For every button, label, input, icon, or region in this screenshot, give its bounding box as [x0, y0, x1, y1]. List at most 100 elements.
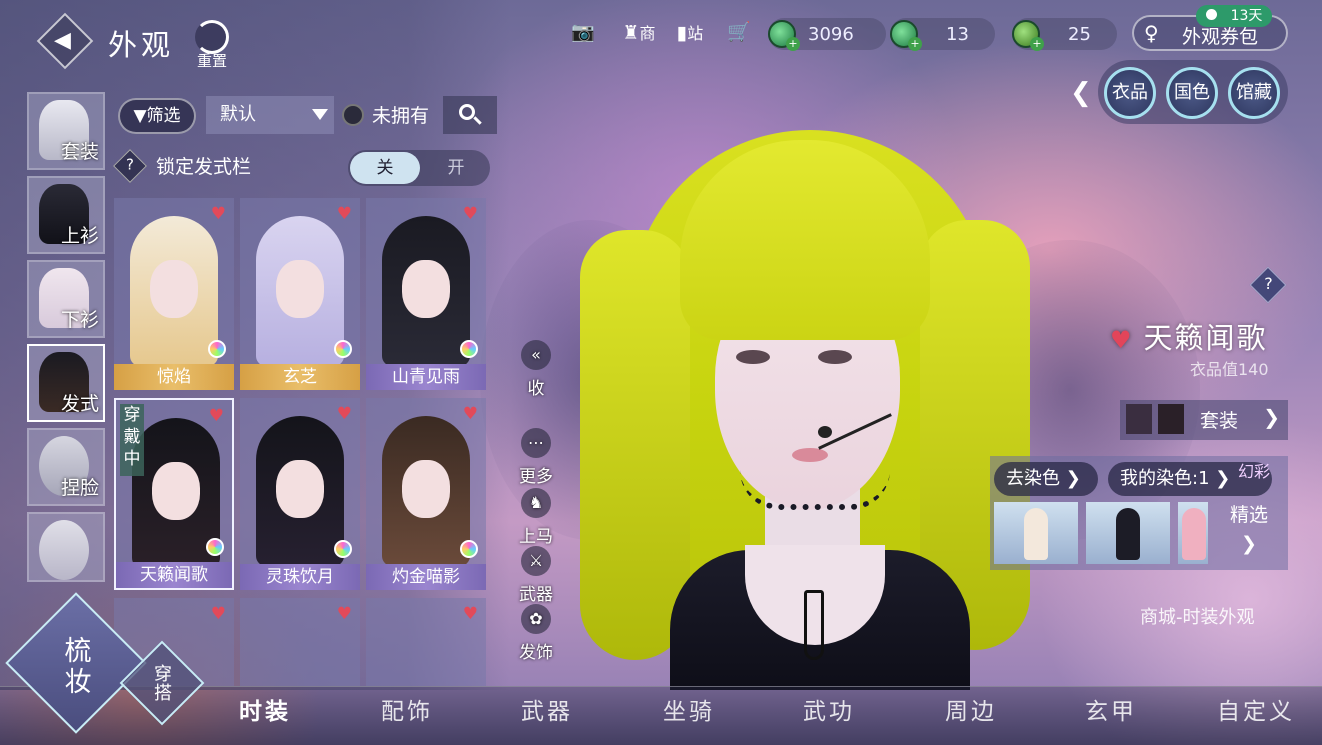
- tab-fashion[interactable]: 时装: [210, 692, 320, 728]
- category-tab-hairstyle[interactable]: 发式: [27, 344, 105, 422]
- item-card[interactable]: ♥: [240, 598, 360, 686]
- favorite-heart-icon[interactable]: ♥: [1110, 326, 1134, 354]
- filter-button[interactable]: ▼筛选: [118, 98, 196, 134]
- radio-icon: [342, 103, 364, 126]
- cart-icon[interactable]: 🛒: [720, 20, 758, 50]
- chevron-right-icon: ❯: [1241, 533, 1257, 555]
- national-color-button[interactable]: 国色: [1166, 67, 1218, 119]
- category-tab-extra[interactable]: [27, 512, 105, 582]
- dye-panel: 去染色 ❯ 我的染色:1 ❯ 幻彩 精选 ❯: [990, 456, 1288, 570]
- favorite-heart-icon[interactable]: ♥: [337, 404, 352, 424]
- item-card-selected[interactable]: 穿戴中 ♥ 天籁闻歌: [114, 398, 234, 590]
- collapse-button[interactable]: « 收: [512, 340, 560, 399]
- horse-icon: ♞: [521, 488, 551, 518]
- camera-icon[interactable]: 📷: [566, 20, 600, 50]
- gift-icon: ♀: [1144, 21, 1159, 45]
- item-card[interactable]: ♥ 灵珠饮月: [240, 398, 360, 590]
- back-arrow-icon: ◀: [54, 28, 71, 53]
- sort-select[interactable]: 默认: [206, 96, 334, 134]
- sword-icon: ⚔: [521, 546, 551, 576]
- favorite-heart-icon[interactable]: ♥: [463, 204, 478, 224]
- style-rating-button[interactable]: 衣品: [1104, 67, 1156, 119]
- dye-orb-icon: [208, 340, 226, 358]
- dye-orb-icon: [460, 340, 478, 358]
- item-name: 玄芝: [240, 364, 360, 390]
- favorite-heart-icon[interactable]: ♥: [211, 604, 226, 624]
- currency-amount: 3096: [808, 23, 854, 45]
- weapon-button[interactable]: ⚔ 武器: [512, 546, 560, 605]
- item-card[interactable]: ♥ 玄芝: [240, 198, 360, 390]
- shop-icon[interactable]: ♜商: [617, 20, 661, 50]
- more-button[interactable]: ⋯ 更多: [512, 428, 560, 487]
- favorite-heart-icon[interactable]: ♥: [337, 204, 352, 224]
- item-card[interactable]: ♥ 山青见雨: [366, 198, 486, 390]
- clock-icon: [1205, 9, 1217, 20]
- dressing-mode-label: 梳妆: [64, 636, 92, 698]
- tab-accessories[interactable]: 配饰: [352, 692, 462, 728]
- currency-jade[interactable]: + 3096: [768, 18, 886, 51]
- dye-preview[interactable]: [994, 502, 1078, 564]
- chevron-right-icon: ❯: [1263, 405, 1280, 429]
- currency-amount: 25: [1068, 23, 1091, 45]
- dye-orb-icon: [206, 538, 224, 556]
- tab-weapons[interactable]: 武器: [492, 692, 602, 728]
- tab-merch[interactable]: 周边: [916, 692, 1026, 728]
- funnel-icon: ▼: [133, 106, 147, 126]
- favorite-heart-icon[interactable]: ♥: [209, 406, 224, 426]
- search-button[interactable]: [443, 96, 497, 134]
- favorite-heart-icon[interactable]: ♥: [463, 404, 478, 424]
- category-tab-face[interactable]: 捏脸: [27, 428, 105, 506]
- dropdown-caret-icon: [312, 109, 328, 120]
- category-tab-top[interactable]: 上衫: [27, 176, 105, 254]
- item-name: 山青见雨: [366, 364, 486, 390]
- item-name: 惊焰: [114, 364, 234, 390]
- switch-on[interactable]: 开: [424, 152, 488, 184]
- item-card[interactable]: ♥: [366, 598, 486, 686]
- help-icon[interactable]: ?: [113, 148, 147, 183]
- item-card[interactable]: ♥ 灼金喵影: [366, 398, 486, 590]
- station-icon[interactable]: ▮站: [668, 20, 712, 50]
- lock-switch[interactable]: 关 开: [348, 150, 490, 186]
- help-icon[interactable]: ?: [1249, 266, 1287, 304]
- dye-orb-icon: [334, 340, 352, 358]
- currency-gold[interactable]: + 25: [1012, 18, 1117, 51]
- jade-coin-icon: +: [768, 20, 800, 51]
- dye-preview[interactable]: [1086, 502, 1170, 564]
- tab-custom[interactable]: 自定义: [1196, 692, 1316, 728]
- shop-fashion-link[interactable]: 商城-时装外观: [1140, 603, 1255, 629]
- tab-mounts[interactable]: 坐骑: [634, 692, 744, 728]
- dye-preview[interactable]: [1178, 502, 1208, 564]
- page-title: 外观: [108, 28, 175, 62]
- collection-button[interactable]: 馆藏: [1228, 67, 1280, 119]
- currency-amount: 13: [946, 23, 969, 45]
- green-coin-icon: +: [890, 20, 922, 51]
- gold-coin-icon: +: [1012, 20, 1044, 51]
- selected-item-title: ♥ 天籁闻歌: [1110, 321, 1268, 355]
- switch-off[interactable]: 关: [350, 152, 420, 184]
- view-set-button[interactable]: 套装 ❯: [1120, 400, 1288, 440]
- collapse-chevron-icon[interactable]: ❮: [1070, 78, 1092, 108]
- hairpin-icon: ✿: [521, 604, 551, 634]
- hair-accessory-button[interactable]: ✿ 发饰: [512, 604, 560, 663]
- mount-button[interactable]: ♞ 上马: [512, 488, 560, 547]
- featured-button[interactable]: 精选 ❯: [1216, 500, 1282, 564]
- back-button[interactable]: ◀: [36, 12, 94, 70]
- dye-orb-icon: [334, 540, 352, 558]
- collapse-arrows-icon: «: [521, 340, 551, 370]
- favorite-heart-icon[interactable]: ♥: [211, 204, 226, 224]
- category-tab-bottom[interactable]: 下衫: [27, 260, 105, 338]
- iridescent-label: 幻彩: [1237, 462, 1270, 481]
- reset-button[interactable]: 重置: [188, 20, 236, 72]
- favorite-heart-icon[interactable]: ♥: [463, 604, 478, 624]
- currency-green[interactable]: + 13: [890, 18, 995, 51]
- undye-button[interactable]: 去染色 ❯: [994, 462, 1098, 496]
- character-model[interactable]: [480, 120, 1200, 690]
- favorite-heart-icon[interactable]: ♥: [337, 604, 352, 624]
- item-card[interactable]: ♥ 惊焰: [114, 198, 234, 390]
- style-value: 衣品值140: [1190, 360, 1269, 379]
- unowned-toggle[interactable]: 未拥有: [342, 101, 429, 128]
- voucher-days-badge: 13天: [1196, 5, 1272, 27]
- category-tab-suit[interactable]: 套装: [27, 92, 105, 170]
- tab-martial[interactable]: 武功: [774, 692, 884, 728]
- tab-armor[interactable]: 玄甲: [1056, 692, 1166, 728]
